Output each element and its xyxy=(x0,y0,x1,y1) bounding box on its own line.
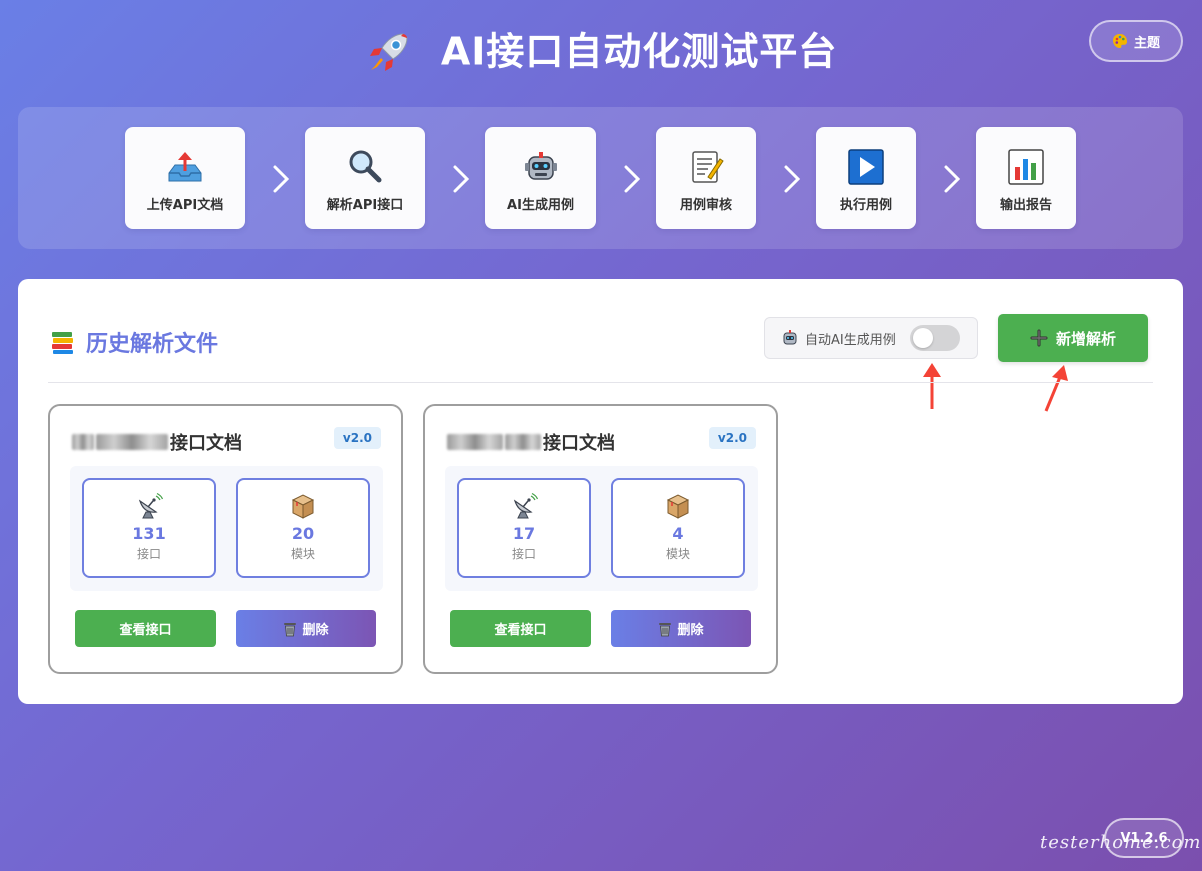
workflow-step-label: 上传API文档 xyxy=(146,198,224,213)
switch-knob xyxy=(912,328,933,348)
modules-label: 模块 xyxy=(290,547,315,561)
plus-icon xyxy=(1030,329,1048,347)
delete-button[interactable]: 删除 xyxy=(236,610,376,647)
workflow-step-upload[interactable]: 上传API文档 xyxy=(125,127,245,229)
card-title-text: 接口文档 xyxy=(543,433,615,454)
books-icon xyxy=(52,332,73,354)
robot-icon xyxy=(783,330,797,345)
chevron-right-icon xyxy=(273,165,290,193)
interfaces-label: 接口 xyxy=(136,547,161,561)
package-box-icon xyxy=(666,494,690,519)
stat-interfaces: 131 接口 xyxy=(82,478,216,578)
app-title-text: AI接口自动化测试平台 xyxy=(440,29,838,74)
workflow-step-report[interactable]: 输出报告 xyxy=(976,127,1076,229)
auto-ai-toggle-box: 自动AI生成用例 xyxy=(764,317,978,359)
modules-count: 20 xyxy=(291,524,315,543)
view-interfaces-label: 查看接口 xyxy=(119,623,172,638)
magnifier-icon xyxy=(349,150,382,183)
satellite-dish-icon xyxy=(513,492,538,519)
view-interfaces-button[interactable]: 查看接口 xyxy=(450,610,591,647)
redacted-text xyxy=(72,434,94,450)
delete-label: 删除 xyxy=(302,623,329,638)
workflow-step-ai-generate[interactable]: AI生成用例 xyxy=(485,127,596,229)
history-header: 历史解析文件 xyxy=(50,326,218,358)
document-card: 接口文档 v2.0 17 接口 4 模块 查看接口 删除 xyxy=(423,404,778,674)
auto-ai-label: 自动AI生成用例 xyxy=(805,332,896,348)
version-badge: v2.0 xyxy=(333,427,381,449)
chevron-right-icon xyxy=(944,165,961,193)
delete-label: 删除 xyxy=(677,623,704,638)
card-title: 接口文档 xyxy=(72,429,242,455)
stats-area: 17 接口 4 模块 xyxy=(445,466,758,591)
rocket-icon xyxy=(369,32,408,71)
auto-ai-switch[interactable] xyxy=(909,325,960,351)
annotation-arrow-icon xyxy=(1044,365,1068,412)
upload-tray-icon xyxy=(168,152,202,182)
trash-icon xyxy=(284,622,297,636)
workflow-step-parse[interactable]: 解析API接口 xyxy=(305,127,425,229)
card-title: 接口文档 xyxy=(447,429,615,455)
history-title: 历史解析文件 xyxy=(86,332,219,357)
modules-count: 4 xyxy=(672,524,684,543)
stats-area: 131 接口 20 模块 xyxy=(70,466,383,591)
theme-button-label: 主题 xyxy=(1133,35,1160,51)
robot-icon xyxy=(524,152,557,180)
card-title-text: 接口文档 xyxy=(170,433,242,454)
workflow-step-label: 输出报告 xyxy=(999,198,1052,213)
interfaces-count: 131 xyxy=(132,524,166,543)
package-box-icon xyxy=(291,494,315,519)
theme-button[interactable]: 主题 xyxy=(1089,20,1183,62)
add-parse-button[interactable]: 新增解析 xyxy=(998,314,1148,362)
workflow-step-review[interactable]: 用例审核 xyxy=(656,127,756,229)
workflow-step-execute[interactable]: 执行用例 xyxy=(816,127,916,229)
annotation-arrow-icon xyxy=(923,363,941,409)
add-parse-label: 新增解析 xyxy=(1055,329,1116,348)
redacted-text xyxy=(447,434,503,450)
version-badge: v2.0 xyxy=(708,427,756,449)
app-title: AI接口自动化测试平台 xyxy=(0,22,1202,79)
workflow-step-label: 解析API接口 xyxy=(326,198,404,213)
workflow-step-label: 用例审核 xyxy=(679,198,732,213)
document-card: 接口文档 v2.0 131 接口 20 模块 查看接口 删除 xyxy=(48,404,403,674)
interfaces-label: 接口 xyxy=(511,547,536,561)
chevron-right-icon xyxy=(624,165,641,193)
play-icon xyxy=(848,149,884,185)
stat-interfaces: 17 接口 xyxy=(457,478,591,578)
bar-chart-icon xyxy=(1008,149,1044,185)
satellite-dish-icon xyxy=(138,492,163,519)
workflow-step-label: AI生成用例 xyxy=(507,198,574,213)
trash-icon xyxy=(659,622,672,636)
view-interfaces-button[interactable]: 查看接口 xyxy=(75,610,216,647)
chevron-right-icon xyxy=(453,165,470,193)
redacted-text xyxy=(96,434,168,450)
stat-modules: 4 模块 xyxy=(611,478,745,578)
workflow-step-label: 执行用例 xyxy=(839,198,892,213)
modules-label: 模块 xyxy=(665,547,690,561)
memo-icon xyxy=(692,151,724,183)
chevron-right-icon xyxy=(784,165,801,193)
interfaces-count: 17 xyxy=(512,524,536,543)
workflow-panel: 上传API文档 解析API接口 AI生成用例 用例审核 执行用例 输出报告 xyxy=(18,107,1183,249)
palette-icon xyxy=(1112,34,1127,48)
view-interfaces-label: 查看接口 xyxy=(494,623,547,638)
delete-button[interactable]: 删除 xyxy=(611,610,751,647)
history-panel: 历史解析文件 自动AI生成用例 新增解析 接口文档 v2.0 131 接口 20… xyxy=(18,279,1183,704)
stat-modules: 20 模块 xyxy=(236,478,370,578)
redacted-text xyxy=(505,434,541,450)
watermark: testerhome.com xyxy=(1040,832,1202,853)
history-divider xyxy=(48,382,1153,383)
